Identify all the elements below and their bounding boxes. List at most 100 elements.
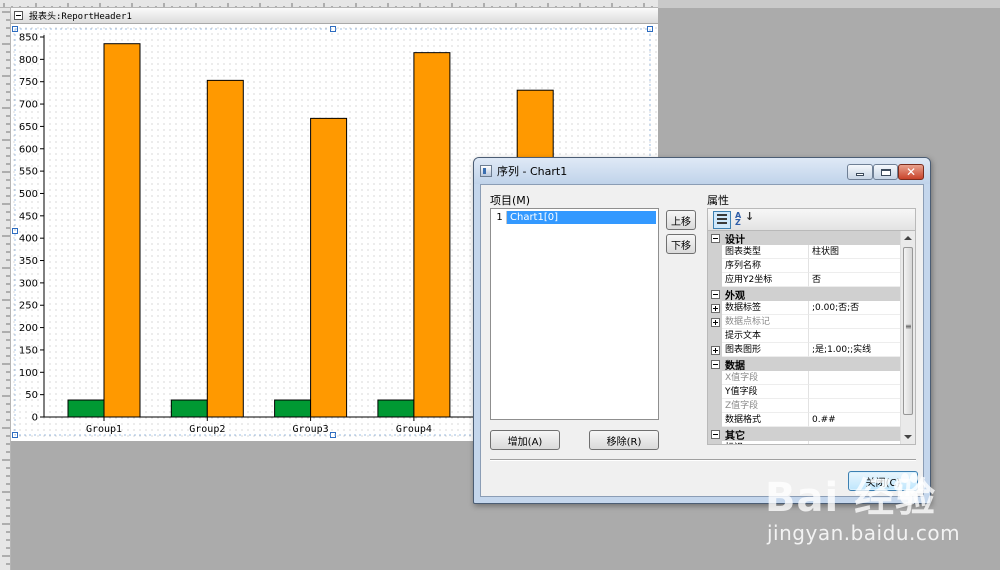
property-name: 图表类型 <box>722 245 809 259</box>
bar-orange-4 <box>413 52 451 418</box>
bar-orange-2 <box>206 79 244 418</box>
property-rows: 设计 图表类型 柱状图 序列名称 应用Y2坐标否外观 数据标签 ;0.00;否;否 数据点标记… <box>708 231 900 444</box>
property-value[interactable] <box>809 259 900 273</box>
x-tick-label: Group1 <box>86 424 122 435</box>
properties-toolbar: AZ ↓ <box>707 208 916 230</box>
collapse-icon[interactable] <box>710 233 720 243</box>
property-value[interactable] <box>809 371 900 385</box>
categorized-view-button[interactable] <box>713 211 731 229</box>
items-label: 项目(M) <box>490 194 531 207</box>
property-row[interactable]: 提示文本 <box>708 329 900 343</box>
close-dialog-button[interactable]: 关闭(C) <box>848 471 918 491</box>
minimize-icon <box>856 173 864 176</box>
y-tick-label: 650 <box>19 122 38 133</box>
property-value[interactable]: 否 <box>809 273 900 287</box>
expand-icon[interactable] <box>710 303 720 313</box>
bar-orange-1 <box>103 43 141 418</box>
property-value[interactable] <box>809 329 900 343</box>
report-header-band-bar[interactable]: 报表头:ReportHeader1 <box>11 8 658 24</box>
property-value[interactable]: ;是;1.00;;实线 <box>809 343 900 357</box>
expand-icon[interactable] <box>710 317 720 327</box>
property-value[interactable]: 0.## <box>809 413 900 427</box>
y-tick-label: 400 <box>19 234 38 245</box>
property-value[interactable]: 柱状图 <box>809 245 900 259</box>
property-category[interactable]: 设计 <box>708 231 900 246</box>
property-row[interactable]: 标识 <box>708 441 900 444</box>
minimize-button[interactable] <box>847 164 873 180</box>
property-row[interactable]: 序列名称 <box>708 259 900 273</box>
property-value[interactable]: ;0.00;否;否 <box>809 301 900 315</box>
band-collapse-icon[interactable] <box>14 11 23 20</box>
property-category-label: 设计 <box>725 234 745 246</box>
property-name: X值字段 <box>722 371 809 385</box>
move-down-button[interactable]: 下移 <box>666 234 696 254</box>
y-tick-label: 600 <box>19 144 38 155</box>
band-title: 报表头:ReportHeader1 <box>29 12 132 22</box>
series-dialog: 序列 - Chart1 ✕ 项目(M) 1 Chart1[0] 上移 下移 增加… <box>473 157 931 504</box>
dialog-title: 序列 - Chart1 <box>497 165 568 178</box>
remove-button[interactable]: 移除(R) <box>589 430 659 450</box>
property-value[interactable] <box>809 441 900 444</box>
y-tick-label: 200 <box>19 323 38 334</box>
property-row[interactable]: X值字段 <box>708 371 900 385</box>
property-row[interactable]: 图表类型 柱状图 <box>708 245 900 259</box>
add-button[interactable]: 增加(A) <box>490 430 560 450</box>
scroll-up-icon[interactable] <box>904 236 912 240</box>
y-tick-label: 150 <box>19 345 38 356</box>
scroll-down-icon[interactable] <box>904 435 912 439</box>
property-category[interactable]: 数据 <box>708 357 900 372</box>
y-tick-label: 100 <box>19 368 38 379</box>
property-row[interactable]: Z值字段 <box>708 399 900 413</box>
ruler-overflow-area <box>658 0 1000 8</box>
property-row[interactable]: 数据格式 0.## <box>708 413 900 427</box>
items-listbox[interactable]: 1 Chart1[0] <box>490 208 659 420</box>
property-value[interactable] <box>809 385 900 399</box>
y-tick-label: 450 <box>19 211 38 222</box>
bar-green-1 <box>67 399 105 418</box>
y-tick-label: 300 <box>19 278 38 289</box>
watermark-url: jingyan.baidu.com <box>767 521 961 545</box>
dialog-app-icon <box>480 165 492 177</box>
property-row[interactable]: Y值字段 <box>708 385 900 399</box>
property-value[interactable] <box>809 315 900 329</box>
property-name: 应用Y2坐标 <box>722 273 809 287</box>
collapse-icon[interactable] <box>710 429 720 439</box>
maximize-button[interactable] <box>873 164 898 180</box>
collapse-icon[interactable] <box>710 289 720 299</box>
property-row[interactable]: 图表图形 ;是;1.00;;实线 <box>708 343 900 357</box>
close-icon: ✕ <box>905 165 917 179</box>
y-tick-label: 50 <box>25 390 38 401</box>
alphabetical-sort-button[interactable]: AZ ↓ <box>735 210 755 228</box>
collapse-icon[interactable] <box>710 359 720 369</box>
x-tick-label: Group2 <box>189 424 225 435</box>
y-tick-label: 250 <box>19 301 38 312</box>
scrollbar-thumb[interactable] <box>903 247 913 415</box>
property-category[interactable]: 外观 <box>708 287 900 302</box>
property-row[interactable]: 数据标签 ;0.00;否;否 <box>708 301 900 315</box>
y-tick-label: 550 <box>19 167 38 178</box>
property-row[interactable]: 数据点标记 <box>708 315 900 329</box>
y-tick-label: 750 <box>19 77 38 88</box>
close-window-button[interactable]: ✕ <box>898 164 924 180</box>
property-name: 数据格式 <box>722 413 809 427</box>
property-row[interactable]: 应用Y2坐标否 <box>708 273 900 287</box>
property-name: 数据点标记 <box>722 315 809 329</box>
property-name: Y值字段 <box>722 385 809 399</box>
y-tick-label: 700 <box>19 100 38 111</box>
property-name: 图表图形 <box>722 343 809 357</box>
property-name: 序列名称 <box>722 259 809 273</box>
sort-az-icon: AZ <box>735 211 742 227</box>
dialog-body: 项目(M) 1 Chart1[0] 上移 下移 增加(A) 移除(R) 属性 A… <box>480 184 924 497</box>
bar-orange-3 <box>310 117 348 418</box>
property-grid[interactable]: 设计 图表类型 柱状图 序列名称 应用Y2坐标否外观 数据标签 ;0.00;否;否 数据点标记… <box>707 230 916 445</box>
property-grid-scrollbar[interactable] <box>900 231 915 444</box>
list-item[interactable]: 1 Chart1[0] <box>493 211 656 224</box>
property-category[interactable]: 其它 <box>708 427 900 442</box>
property-value[interactable] <box>809 399 900 413</box>
expand-icon[interactable] <box>710 345 720 355</box>
x-tick-label: Group3 <box>293 424 329 435</box>
sort-arrow-icon: ↓ <box>745 210 755 223</box>
move-up-button[interactable]: 上移 <box>666 210 696 230</box>
property-category-label: 数据 <box>725 360 745 372</box>
bar-green-3 <box>274 399 312 418</box>
